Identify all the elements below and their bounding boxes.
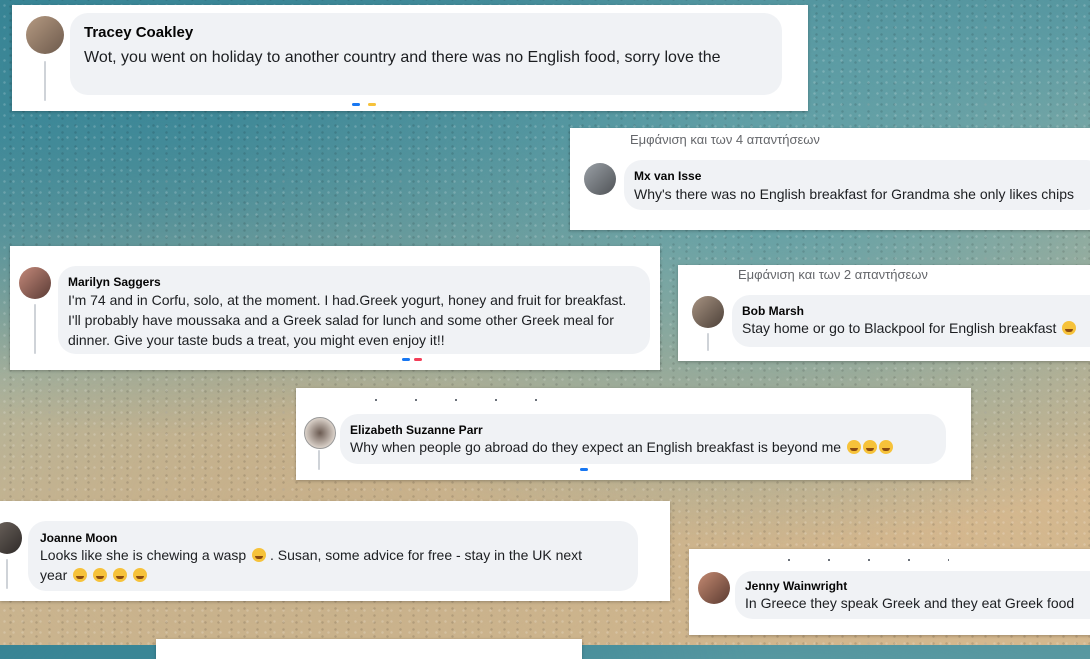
smiling-emoji-icon (73, 568, 88, 582)
smiling-emoji-icon (252, 548, 267, 562)
laughing-emoji-icon (132, 568, 147, 582)
comment-bubble: Joanne Moon Looks like she is chewing a … (28, 521, 638, 591)
comment-card-marilyn: Marilyn Saggers I'm 74 and in Corfu, sol… (10, 246, 660, 370)
commenter-name[interactable]: Jenny Wainwright (745, 579, 847, 593)
commenter-name[interactable]: Marilyn Saggers (68, 275, 161, 289)
comment-card-mx: Εμφάνιση και των 4 απαντήσεων Mx van Iss… (570, 128, 1090, 230)
comment-card-elizabeth: Elizabeth Suzanne Parr Why when people g… (296, 388, 971, 480)
laughing-emoji-icon (1062, 321, 1077, 335)
laughing-emoji-icon (112, 568, 127, 582)
loading-dots (769, 559, 949, 561)
laughing-emoji-icon (878, 440, 893, 454)
thread-line (34, 304, 36, 354)
avatar[interactable] (304, 417, 336, 449)
comment-text-part: . Susan, some advice for free - stay in … (270, 547, 583, 563)
comment-card-tracey: Tracey Coakley Wot, you went on holiday … (12, 5, 808, 111)
thread-line (318, 450, 320, 470)
comment-text-part: Looks like she is chewing a wasp (40, 547, 247, 563)
commenter-name[interactable]: Tracey Coakley (84, 24, 193, 41)
laughing-emoji-icon (846, 440, 861, 454)
comment-text: I'm 74 and in Corfu, solo, at the moment… (68, 292, 627, 348)
thread-line (6, 559, 8, 589)
comment-bubble: Jenny Wainwright In Greece they speak Gr… (735, 571, 1090, 619)
comment-text-line-2: year (40, 567, 147, 583)
comment-bubble: Elizabeth Suzanne Parr Why when people g… (340, 414, 946, 464)
avatar[interactable] (26, 16, 64, 54)
comment-text: Why when people go abroad do they expect… (350, 439, 893, 455)
comment-text-line-1: Looks like she is chewing a wasp . Susan… (40, 547, 582, 563)
avatar[interactable] (0, 522, 22, 554)
comment-bubble: Bob Marsh Stay home or go to Blackpool f… (732, 295, 1090, 347)
emoji-group (71, 567, 147, 583)
comment-text: Why's there was no English breakfast for… (634, 186, 1074, 202)
commenter-name[interactable]: Bob Marsh (742, 304, 804, 318)
reaction-indicator[interactable] (368, 103, 376, 106)
avatar[interactable] (692, 296, 724, 328)
avatar[interactable] (584, 163, 616, 195)
laughing-emoji-icon (862, 440, 877, 454)
view-replies-link[interactable]: Εμφάνιση και των 2 απαντήσεων (738, 267, 928, 282)
commenter-name[interactable]: Joanne Moon (40, 531, 117, 545)
comment-text-body: Stay home or go to Blackpool for English… (742, 320, 1057, 336)
comment-bubble: Tracey Coakley Wot, you went on holiday … (70, 13, 782, 95)
comment-card-joanne: Joanne Moon Looks like she is chewing a … (0, 501, 670, 601)
comment-text: Wot, you went on holiday to another coun… (84, 49, 721, 66)
reaction-indicator[interactable] (352, 103, 360, 106)
loading-dots (356, 399, 556, 401)
commenter-name[interactable]: Elizabeth Suzanne Parr (350, 423, 483, 437)
avatar[interactable] (19, 267, 51, 299)
comment-text: In Greece they speak Greek and they eat … (745, 595, 1075, 611)
avatar[interactable] (698, 572, 730, 604)
comment-bubble: Mx van Isse Why's there was no English b… (624, 160, 1090, 210)
laughing-emoji-icon (93, 568, 108, 582)
view-replies-link[interactable]: Εμφάνιση και των 4 απαντήσεων (630, 132, 820, 147)
comment-text-body: Why when people go abroad do they expect… (350, 439, 842, 455)
emoji-group (845, 439, 893, 455)
comment-bubble: Marilyn Saggers I'm 74 and in Corfu, sol… (58, 266, 650, 354)
comment-text-part: year (40, 567, 68, 583)
thread-line (44, 61, 46, 101)
reaction-indicator[interactable] (414, 358, 422, 361)
reaction-indicator[interactable] (580, 468, 588, 471)
comment-card-partial (156, 639, 582, 659)
comment-text: Stay home or go to Blackpool for English… (742, 320, 1077, 336)
comment-card-jenny: Jenny Wainwright In Greece they speak Gr… (689, 549, 1090, 635)
comment-card-bob: Εμφάνιση και των 2 απαντήσεων Bob Marsh … (678, 265, 1090, 361)
commenter-name[interactable]: Mx van Isse (634, 169, 701, 183)
reaction-indicator[interactable] (402, 358, 410, 361)
thread-line (707, 333, 709, 351)
